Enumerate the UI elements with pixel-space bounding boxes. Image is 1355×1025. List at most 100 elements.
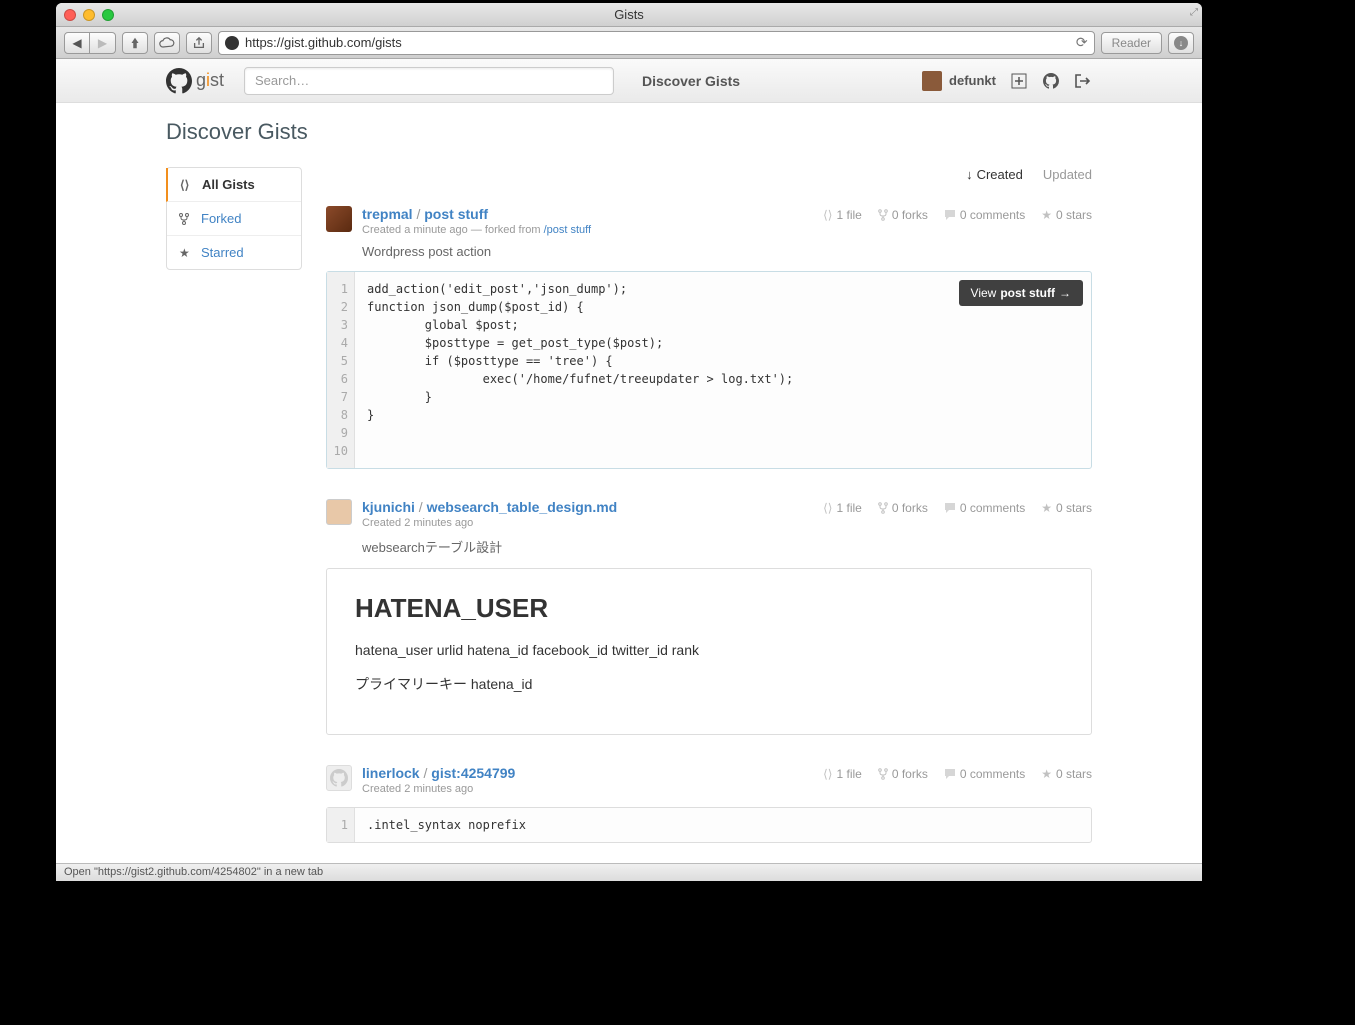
search-placeholder: Search… [255, 73, 309, 88]
gist-title: kjunichi / websearch_table_design.md [362, 499, 813, 515]
sidebar-item-starred[interactable]: ★ Starred [167, 236, 301, 269]
fork-icon [878, 209, 888, 221]
sort-created[interactable]: ↓ Created [966, 167, 1023, 182]
header-title: Discover Gists [642, 73, 740, 89]
github-favicon-icon [225, 36, 239, 50]
titlebar: Gists ⤢ [56, 3, 1202, 27]
page-content: gist Search… Discover Gists defunkt [56, 59, 1202, 863]
signout-button[interactable] [1074, 72, 1092, 90]
stat-stars[interactable]: ★0 stars [1041, 208, 1092, 222]
avatar [922, 71, 942, 91]
gist-title: linerlock / gist:4254799 [362, 765, 813, 781]
gist-author-link[interactable]: kjunichi [362, 499, 415, 515]
sidebar: ⟨⟩ All Gists Forked ★ Starred [166, 167, 302, 863]
bookmarks-button[interactable] [122, 32, 148, 54]
sidebar-item-forked[interactable]: Forked [167, 202, 301, 236]
stat-files[interactable]: ⟨⟩1 file [823, 501, 862, 515]
star-icon: ★ [1041, 501, 1052, 515]
code-icon: ⟨⟩ [180, 178, 194, 192]
code-lines: .intel_syntax noprefix [355, 808, 1091, 842]
avatar[interactable] [326, 206, 352, 232]
sort-updated[interactable]: Updated [1043, 167, 1092, 182]
fork-icon [878, 768, 888, 780]
star-icon: ★ [179, 246, 193, 260]
file-icon: ⟨⟩ [823, 208, 832, 222]
stat-stars[interactable]: ★0 stars [1041, 501, 1092, 515]
arrow-right-icon: → [1059, 286, 1071, 300]
md-paragraph: hatena_user urlid hatena_id facebook_id … [355, 642, 1063, 658]
code-preview: 1 .intel_syntax noprefix [326, 807, 1092, 843]
gist-logo-text: gist [196, 70, 224, 91]
site-header: gist Search… Discover Gists defunkt [56, 59, 1202, 103]
gist-logo[interactable]: gist [166, 68, 240, 94]
icloud-button[interactable] [154, 32, 180, 54]
stat-files[interactable]: ⟨⟩1 file [823, 208, 862, 222]
stat-stars[interactable]: ★0 stars [1041, 767, 1092, 781]
arrow-down-icon: ↓ [966, 167, 973, 182]
stat-files[interactable]: ⟨⟩1 file [823, 767, 862, 781]
avatar[interactable] [326, 499, 352, 525]
reader-button[interactable]: Reader [1101, 32, 1162, 54]
fork-source-link[interactable]: /post stuff [544, 224, 592, 236]
star-icon: ★ [1041, 767, 1052, 781]
gist-list: ↓ Created Updated tre [326, 167, 1092, 863]
gist-author-link[interactable]: linerlock [362, 765, 420, 781]
sort-controls: ↓ Created Updated [326, 167, 1092, 182]
gist-entry: kjunichi / websearch_table_design.md Cre… [326, 499, 1092, 735]
user-menu[interactable]: defunkt [922, 71, 996, 91]
gist-meta: Created a minute ago — forked from /post… [362, 224, 813, 236]
markdown-preview: HATENA_USER hatena_user urlid hatena_id … [326, 568, 1092, 735]
fork-icon [179, 213, 193, 225]
downloads-button[interactable]: ↓ [1168, 32, 1194, 54]
github-mark-icon [166, 68, 192, 94]
username: defunkt [949, 73, 996, 88]
share-button[interactable] [186, 32, 212, 54]
page-title: Discover Gists [166, 119, 1092, 145]
comment-icon [944, 209, 956, 221]
address-bar[interactable]: https://gist.github.com/gists ⟳ [218, 31, 1095, 55]
window-title: Gists [56, 7, 1202, 22]
star-icon: ★ [1041, 208, 1052, 222]
stat-forks[interactable]: 0 forks [878, 208, 928, 222]
resize-grip-icon[interactable]: ⤢ [1190, 7, 1198, 18]
stat-comments[interactable]: 0 comments [944, 501, 1025, 515]
stat-comments[interactable]: 0 comments [944, 208, 1025, 222]
stat-forks[interactable]: 0 forks [878, 501, 928, 515]
default-avatar-icon [330, 769, 348, 787]
github-link-button[interactable] [1042, 72, 1060, 90]
code-preview: View post stuff → 12345678910 add_action… [326, 271, 1092, 469]
forward-button[interactable]: ▶ [90, 32, 116, 54]
url-text: https://gist.github.com/gists [245, 35, 1070, 50]
file-icon: ⟨⟩ [823, 501, 832, 515]
md-paragraph: プライマリーキー hatena_id [355, 674, 1063, 694]
md-heading: HATENA_USER [355, 593, 1063, 624]
comment-icon [944, 502, 956, 514]
comment-icon [944, 768, 956, 780]
gist-filename-link[interactable]: post stuff [424, 206, 488, 222]
download-arrow-icon: ↓ [1174, 36, 1188, 50]
stat-forks[interactable]: 0 forks [878, 767, 928, 781]
gist-meta: Created 2 minutes ago [362, 783, 813, 795]
new-gist-button[interactable] [1010, 72, 1028, 90]
gist-author-link[interactable]: trepmal [362, 206, 413, 222]
view-gist-button[interactable]: View post stuff → [959, 280, 1083, 306]
gist-filename-link[interactable]: gist:4254799 [431, 765, 515, 781]
gist-filename-link[interactable]: websearch_table_design.md [427, 499, 618, 515]
sidebar-item-all-gists[interactable]: ⟨⟩ All Gists [166, 168, 301, 202]
gist-description: Wordpress post action [362, 244, 813, 259]
file-icon: ⟨⟩ [823, 767, 832, 781]
avatar[interactable] [326, 765, 352, 791]
fork-icon [878, 502, 888, 514]
gist-entry: linerlock / gist:4254799 Created 2 minut… [326, 765, 1092, 843]
search-input[interactable]: Search… [244, 67, 614, 95]
sidebar-item-label: All Gists [202, 177, 255, 192]
reload-button[interactable]: ⟳ [1076, 34, 1088, 51]
browser-toolbar: ◀ ▶ https://gist.github.com/gists ⟳ Read… [56, 27, 1202, 59]
sidebar-item-label: Forked [201, 211, 241, 226]
line-numbers: 12345678910 [327, 272, 355, 468]
stat-comments[interactable]: 0 comments [944, 767, 1025, 781]
back-button[interactable]: ◀ [64, 32, 90, 54]
line-numbers: 1 [327, 808, 355, 842]
gist-meta: Created 2 minutes ago [362, 517, 813, 529]
gist-description: websearchテーブル設計 [362, 537, 813, 556]
